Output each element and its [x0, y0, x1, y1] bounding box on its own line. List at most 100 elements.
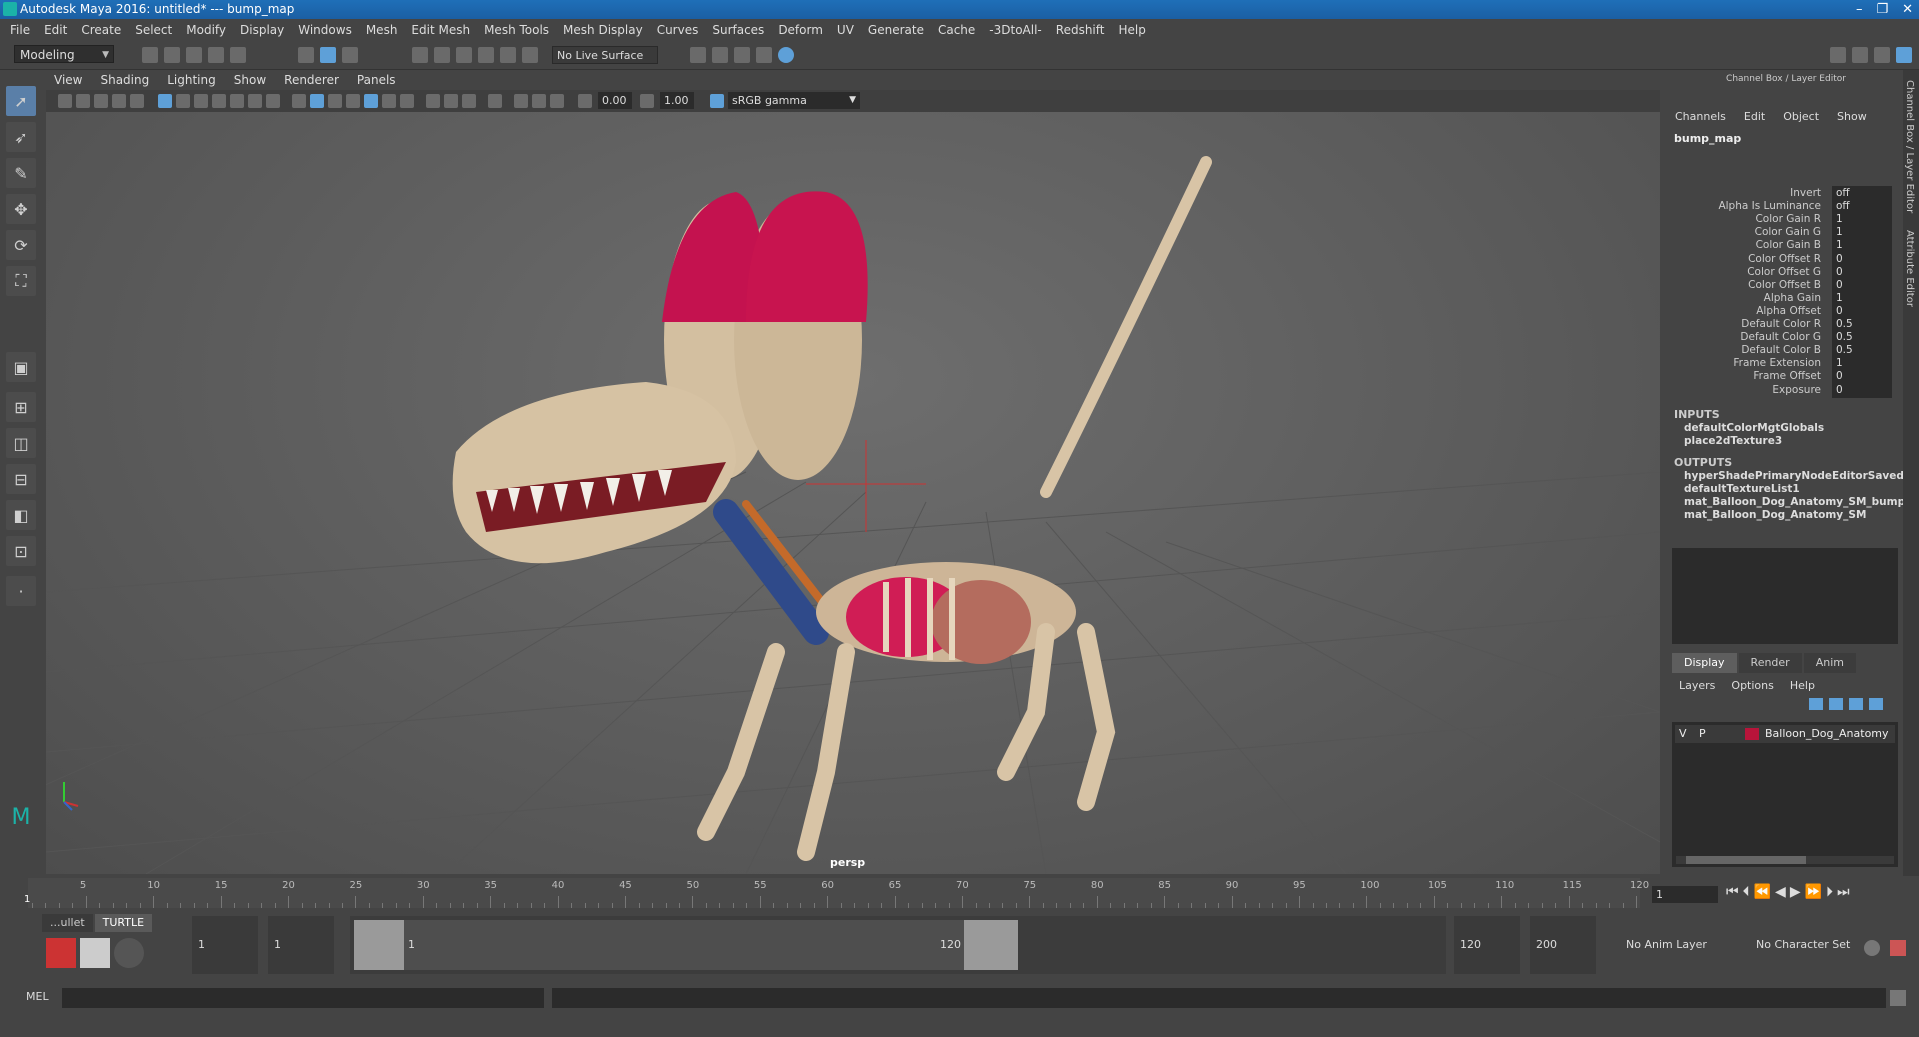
- step-forward-frame-icon[interactable]: ⏵: [1826, 884, 1833, 900]
- panel-menu-show[interactable]: Show: [234, 70, 266, 90]
- menu-mesh-display[interactable]: Mesh Display: [563, 19, 643, 41]
- workspace-icon[interactable]: [1830, 47, 1846, 63]
- layer-playback-toggle[interactable]: P: [1699, 725, 1706, 743]
- menu-redshift[interactable]: Redshift: [1056, 19, 1105, 41]
- shelf-tab-0[interactable]: ...ullet: [42, 914, 93, 932]
- step-forward-key-icon[interactable]: ⏩: [1805, 884, 1822, 900]
- viewport-persp[interactable]: persp: [46, 112, 1660, 874]
- anim-end-field[interactable]: 200: [1530, 916, 1596, 974]
- persp-outliner-view-icon[interactable]: ◧: [6, 500, 36, 530]
- single-view-icon[interactable]: ▣: [6, 352, 36, 382]
- exposure-field[interactable]: 0.00: [598, 92, 632, 109]
- rotate-tool-icon[interactable]: ⟳: [6, 230, 36, 260]
- output-node[interactable]: hyperShadePrimaryNodeEditorSavedT...: [1684, 470, 1919, 482]
- menu-mesh-tools[interactable]: Mesh Tools: [484, 19, 549, 41]
- channel-box-side-tab[interactable]: Channel Box / Layer Editor: [1904, 80, 1915, 213]
- menu-select[interactable]: Select: [135, 19, 172, 41]
- view-transform-select[interactable]: sRGB gamma: [728, 92, 860, 109]
- select-tool-icon[interactable]: ➚: [6, 86, 36, 116]
- channel-menu-show[interactable]: Show: [1837, 110, 1867, 123]
- scale-tool-icon[interactable]: ⛶: [6, 266, 36, 296]
- depth-of-field-icon[interactable]: [462, 94, 476, 108]
- layer-visibility-toggle[interactable]: V: [1679, 725, 1687, 743]
- select-object-icon[interactable]: [320, 47, 336, 63]
- persp-graph-view-icon[interactable]: ⊟: [6, 464, 36, 494]
- camera-attributes-icon[interactable]: [76, 94, 90, 108]
- resolution-gate-icon[interactable]: [194, 94, 208, 108]
- menu-3dtoall[interactable]: -3DtoAll-: [989, 19, 1041, 41]
- new-layer-icon[interactable]: [1849, 698, 1863, 710]
- command-language-label[interactable]: MEL: [26, 990, 49, 1003]
- gamma-icon[interactable]: [640, 94, 654, 108]
- film-gate-icon[interactable]: [176, 94, 190, 108]
- panel-menu-panels[interactable]: Panels: [357, 70, 396, 90]
- turtle-bake-icon[interactable]: [80, 938, 110, 968]
- hypershade-icon[interactable]: [778, 47, 794, 63]
- menu-uv[interactable]: UV: [837, 19, 854, 41]
- snap-surface-icon[interactable]: [500, 47, 516, 63]
- live-surface-field[interactable]: No Live Surface: [552, 46, 658, 64]
- range-slider-track[interactable]: 1 120: [350, 916, 1446, 974]
- play-forwards-icon[interactable]: ▶: [1790, 884, 1801, 900]
- character-set-select[interactable]: No Character Set: [1750, 916, 1860, 974]
- save-scene-icon[interactable]: [186, 47, 202, 63]
- safe-title-icon[interactable]: [266, 94, 280, 108]
- menu-file[interactable]: File: [10, 19, 30, 41]
- undo-icon[interactable]: [208, 47, 224, 63]
- output-node[interactable]: mat_Balloon_Dog_Anatomy_SM: [1684, 509, 1866, 521]
- menu-edit[interactable]: Edit: [44, 19, 67, 41]
- menu-windows[interactable]: Windows: [298, 19, 352, 41]
- gate-mask-icon[interactable]: [212, 94, 226, 108]
- menu-modify[interactable]: Modify: [186, 19, 226, 41]
- step-back-key-icon[interactable]: ⏪: [1754, 884, 1771, 900]
- command-input[interactable]: [62, 988, 544, 1008]
- render-settings-icon[interactable]: [690, 47, 706, 63]
- minimize-icon[interactable]: –: [1856, 0, 1863, 19]
- layer-tab-render[interactable]: Render: [1738, 653, 1802, 673]
- gamma-field[interactable]: 1.00: [660, 92, 694, 109]
- menu-mesh[interactable]: Mesh: [366, 19, 398, 41]
- mode-selector[interactable]: Modeling: [14, 45, 114, 64]
- safe-action-icon[interactable]: [248, 94, 262, 108]
- persp-hypershade-view-icon[interactable]: ⊡: [6, 536, 36, 566]
- go-to-end-icon[interactable]: ⏭: [1837, 884, 1850, 900]
- maximize-icon[interactable]: ❐: [1876, 0, 1888, 19]
- current-frame-field[interactable]: 1: [1652, 886, 1718, 903]
- bullet-shelf-icon[interactable]: [46, 938, 76, 968]
- move-layer-up-icon[interactable]: [1809, 698, 1823, 710]
- layer-name[interactable]: Balloon_Dog_Anatomy: [1765, 725, 1889, 743]
- move-tool-icon[interactable]: ✥: [6, 194, 36, 224]
- output-node[interactable]: defaultTextureList1: [1684, 483, 1800, 495]
- ipr-render-icon[interactable]: [734, 47, 750, 63]
- menu-help[interactable]: Help: [1118, 19, 1145, 41]
- menu-display[interactable]: Display: [240, 19, 284, 41]
- anti-aliasing-icon[interactable]: [444, 94, 458, 108]
- channel-menu-edit[interactable]: Edit: [1744, 110, 1765, 123]
- panel-menu-renderer[interactable]: Renderer: [284, 70, 339, 90]
- new-layer-selected-icon[interactable]: [1869, 698, 1883, 710]
- render-view-icon[interactable]: [756, 47, 772, 63]
- panel-menu-lighting[interactable]: Lighting: [167, 70, 216, 90]
- screen-space-ao-icon[interactable]: [400, 94, 414, 108]
- snap-curve-icon[interactable]: [434, 47, 450, 63]
- channel-menu-channels[interactable]: Channels: [1675, 110, 1726, 123]
- panel-menu-view[interactable]: View: [54, 70, 82, 90]
- attribute-row[interactable]: Exposure 0: [1669, 382, 1903, 399]
- open-scene-icon[interactable]: [164, 47, 180, 63]
- shelf-tab-1[interactable]: TURTLE: [94, 914, 153, 932]
- select-component-icon[interactable]: [342, 47, 358, 63]
- layout-icon[interactable]: [1852, 47, 1868, 63]
- channel-menu-object[interactable]: Object: [1783, 110, 1819, 123]
- layer-tab-display[interactable]: Display: [1672, 653, 1737, 673]
- xray-components-icon[interactable]: [550, 94, 564, 108]
- play-backwards-icon[interactable]: ◀: [1775, 884, 1786, 900]
- anim-layer-select[interactable]: No Anim Layer: [1620, 916, 1740, 974]
- auto-key-icon[interactable]: [1864, 940, 1880, 956]
- step-back-frame-icon[interactable]: ⏴: [1743, 884, 1750, 900]
- script-editor-icon[interactable]: [1890, 990, 1906, 1006]
- select-hierarchy-icon[interactable]: [298, 47, 314, 63]
- input-node[interactable]: defaultColorMgtGlobals: [1684, 422, 1824, 434]
- layer-row[interactable]: V P Balloon_Dog_Anatomy: [1675, 725, 1895, 743]
- new-scene-icon[interactable]: [142, 47, 158, 63]
- anim-start-field[interactable]: 1: [192, 916, 258, 974]
